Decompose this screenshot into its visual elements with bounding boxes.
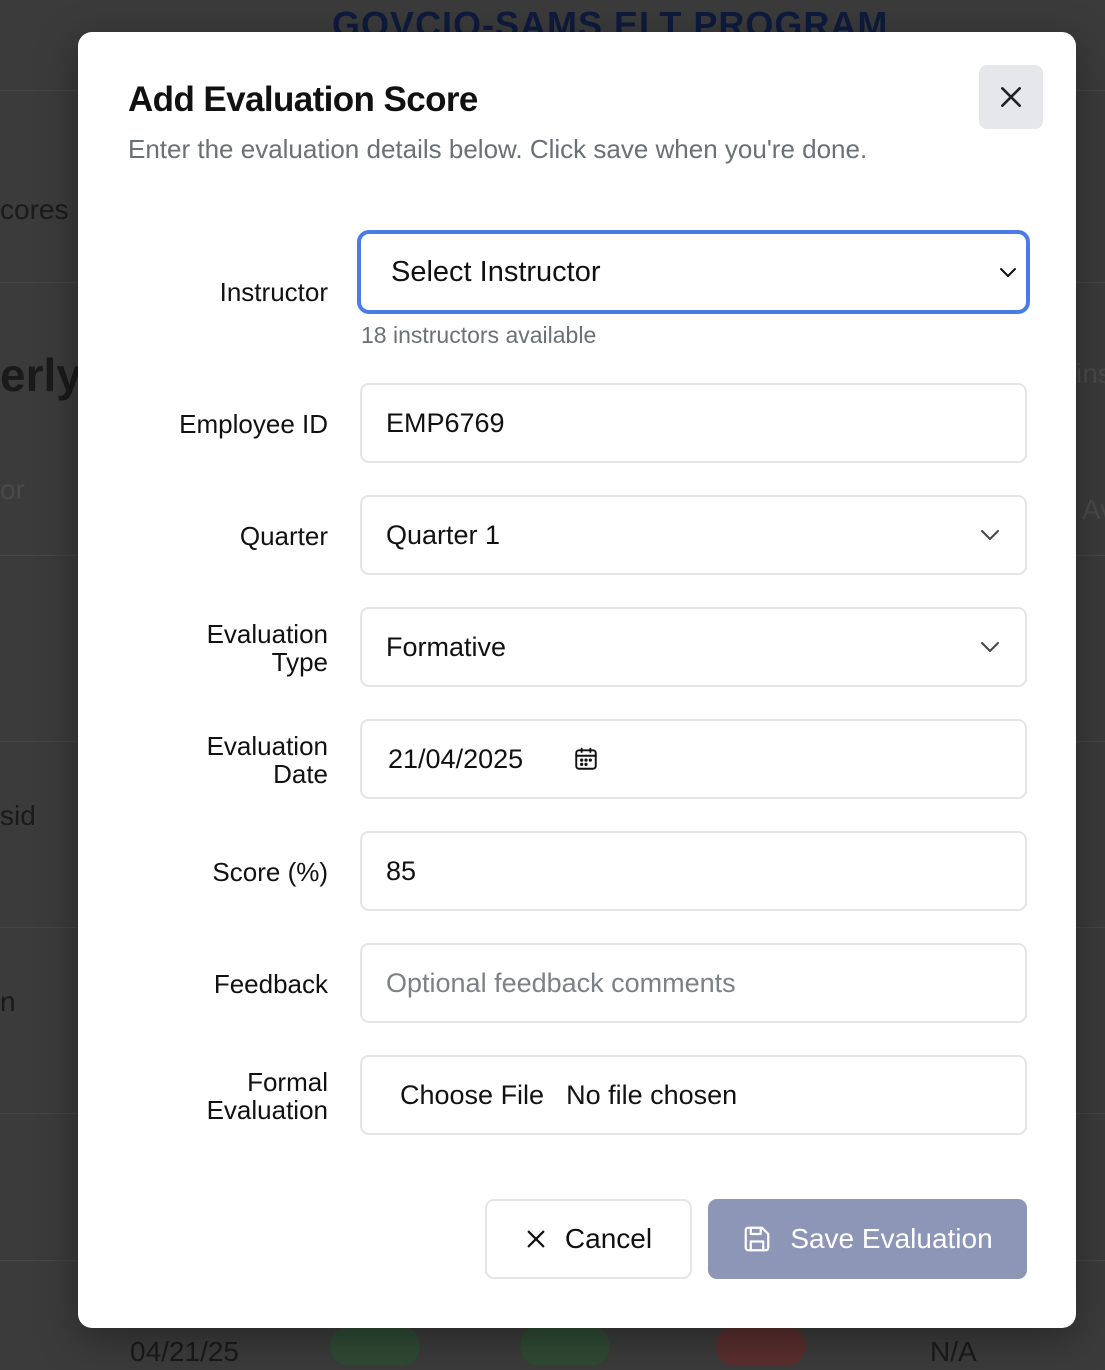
- feedback-placeholder: Optional feedback comments: [386, 967, 736, 998]
- formal-evaluation-label-line1: Formal: [247, 1067, 328, 1097]
- formal-evaluation-file-input[interactable]: Choose File No file chosen: [360, 1055, 1027, 1135]
- average-column-fragment: Av: [1082, 494, 1105, 525]
- feedback-input[interactable]: Optional feedback comments: [360, 943, 1027, 1023]
- score-label: Score (%): [212, 857, 328, 887]
- add-evaluation-dialog: Add Evaluation Score Enter the evaluatio…: [78, 32, 1076, 1328]
- evaluation-type-label-line2: Type: [271, 647, 328, 677]
- employee-id-value: EMP6769: [386, 407, 505, 438]
- chevron-down-icon: [979, 528, 1001, 542]
- evaluation-type-value: Formative: [386, 631, 507, 662]
- score-value: 85: [386, 855, 417, 886]
- calendar-icon[interactable]: [573, 746, 599, 772]
- cancel-button-label: Cancel: [564, 1223, 653, 1254]
- choose-file-button[interactable]: Choose File: [400, 1080, 544, 1111]
- quarter-select-value: Quarter 1: [386, 519, 501, 550]
- scores-tab-fragment[interactable]: cores: [0, 194, 68, 226]
- score-pill: [520, 1326, 610, 1366]
- save-button-label: Save Evaluation: [790, 1223, 993, 1254]
- row-na: N/A: [930, 1336, 977, 1367]
- evaluation-date-label: Evaluation Date: [108, 732, 328, 788]
- dialog-title: Add Evaluation Score: [128, 80, 478, 119]
- instructor-select[interactable]: Select Instructor: [357, 230, 1030, 314]
- feedback-label: Feedback: [213, 969, 328, 999]
- evaluation-type-label: Evaluation Type: [108, 620, 328, 676]
- save-evaluation-button[interactable]: Save Evaluation: [708, 1199, 1027, 1279]
- chevron-down-icon: [979, 640, 1001, 654]
- evaluation-type-select[interactable]: Formative: [360, 607, 1027, 687]
- cancel-button[interactable]: Cancel: [485, 1199, 692, 1279]
- employee-id-label: Employee ID: [179, 409, 328, 439]
- file-status: No file chosen: [566, 1079, 738, 1110]
- quarter-label: Quarter: [239, 521, 328, 551]
- evaluation-type-label-line1: Evaluation: [206, 619, 328, 649]
- x-icon: [1001, 87, 1021, 107]
- instructor-column-fragment: or: [0, 474, 25, 505]
- formal-evaluation-label: Formal Evaluation: [108, 1068, 328, 1124]
- close-button[interactable]: [979, 65, 1043, 129]
- chevron-down-icon: [998, 265, 1018, 279]
- row-date: 04/21/25: [130, 1336, 239, 1367]
- evaluation-date-label-line2: Date: [273, 759, 328, 789]
- score-input[interactable]: 85: [360, 831, 1027, 911]
- instructor-select-value: Select Instructor: [391, 255, 601, 288]
- dialog-description: Enter the evaluation details below. Clic…: [128, 134, 868, 164]
- score-pill: [716, 1326, 806, 1366]
- save-icon: [744, 1226, 770, 1252]
- quarter-select[interactable]: Quarter 1: [360, 495, 1027, 575]
- evaluation-date-label-line1: Evaluation: [206, 731, 328, 761]
- formal-evaluation-label-line2: Evaluation: [206, 1095, 328, 1125]
- instructor-label: Instructor: [219, 277, 328, 307]
- employee-id-input[interactable]: EMP6769: [360, 383, 1027, 463]
- instructor-hint: 18 instructors available: [361, 322, 597, 348]
- row-name-fragment: n: [0, 986, 16, 1017]
- evaluation-date-input[interactable]: 21/04/2025: [360, 719, 1027, 799]
- evaluation-date-value: 21/04/2025: [388, 743, 524, 774]
- x-icon: [527, 1230, 545, 1248]
- ins-fragment: ins: [1076, 358, 1105, 389]
- row-name-fragment: sid: [0, 800, 36, 831]
- score-pill: [330, 1326, 420, 1366]
